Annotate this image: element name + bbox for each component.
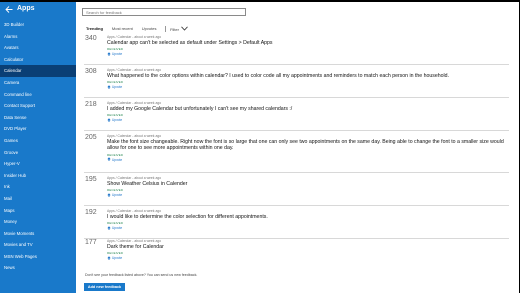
chevron-down-icon xyxy=(179,26,188,32)
feedback-meta: Apps / Calendar - about a week ago xyxy=(107,239,162,243)
feedback-meta: Apps / Calendar - about a week ago xyxy=(107,209,162,213)
sidebar-item-insider-hub[interactable]: Insider Hub xyxy=(0,170,76,182)
feedback-item[interactable]: 177 Apps / Calendar - about a week ago Dar… xyxy=(76,239,506,264)
upvote-button[interactable]: Upvote xyxy=(107,157,122,162)
sidebar-item-money[interactable]: Money xyxy=(0,216,76,228)
feedback-title[interactable]: What happened to the color options withi… xyxy=(107,73,512,79)
feedback-item[interactable]: 205 Apps / Calendar - about a week ago Mak… xyxy=(76,134,506,168)
status-badge: RECEIVED xyxy=(107,80,124,85)
sidebar-item-3d-builder[interactable]: 3D Builder xyxy=(0,19,76,31)
back-arrow-icon[interactable] xyxy=(4,4,14,14)
sidebar-item-command-line[interactable]: Command line xyxy=(0,89,76,101)
upvote-label: Upvote xyxy=(112,226,123,231)
divider xyxy=(84,205,509,206)
vote-count: 195 xyxy=(85,176,97,183)
upvote-label: Upvote xyxy=(112,118,123,123)
sidebar-item-maps[interactable]: Maps xyxy=(0,205,76,217)
status-badge: RECEIVED xyxy=(107,221,124,226)
feedback-title[interactable]: I added my Google Calendar but unfortuna… xyxy=(107,106,512,112)
vote-count: 340 xyxy=(85,35,97,42)
sidebar-item-alarms[interactable]: Alarms xyxy=(0,31,76,43)
feedback-item[interactable]: 308 Apps / Calendar - about a week ago Wha… xyxy=(76,68,506,93)
sidebar-header: Apps xyxy=(0,3,76,15)
filter-label: Filter xyxy=(170,26,179,32)
sidebar-list: 3D Builder Alarms Avatars Calculator Calenda… xyxy=(0,19,76,274)
feedback-title[interactable]: I would like to determine the color sele… xyxy=(107,214,512,220)
sidebar-item-contact-support[interactable]: Contact Support xyxy=(0,100,76,112)
vote-count: 205 xyxy=(85,134,97,141)
sidebar-item-news[interactable]: News xyxy=(0,262,76,274)
upvote-label: Upvote xyxy=(112,193,123,198)
upvote-label: Upvote xyxy=(112,52,123,57)
sidebar-item-games[interactable]: Games xyxy=(0,135,76,147)
vote-count: 308 xyxy=(85,68,97,75)
tab-upvotes[interactable]: Upvotes xyxy=(142,25,157,33)
sidebar: Apps 3D Builder Alarms Avatars Calculator Ca… xyxy=(0,2,76,293)
add-new-feedback-button[interactable]: Add new feedback xyxy=(84,283,125,291)
upvote-button[interactable]: Upvote xyxy=(107,51,123,57)
sidebar-item-camera[interactable]: Camera xyxy=(0,77,76,89)
divider xyxy=(84,172,509,173)
footer-note: Don't see your feedback listed above? Yo… xyxy=(85,273,198,277)
sidebar-item-mail[interactable]: Mail xyxy=(0,193,76,205)
sidebar-item-data-sense[interactable]: Data Sense xyxy=(0,112,76,124)
tab-most-recent[interactable]: Most recent xyxy=(112,25,133,33)
sidebar-item-msn-web-pages[interactable]: MSN Web Pages xyxy=(0,251,76,263)
sidebar-item-ink[interactable]: Ink xyxy=(0,181,76,193)
upvote-button[interactable]: Upvote xyxy=(107,117,123,123)
sidebar-item-calendar[interactable]: Calendar xyxy=(0,65,76,77)
sidebar-item-dvd-player[interactable]: DVD Player xyxy=(0,123,76,135)
divider xyxy=(84,64,509,65)
feedback-meta: Apps / Calendar - about a week ago xyxy=(107,68,162,72)
upvote-button[interactable]: Upvote xyxy=(107,192,123,198)
sidebar-item-calculator[interactable]: Calculator xyxy=(0,54,76,66)
app-title: Apps xyxy=(17,5,35,12)
vote-count: 192 xyxy=(85,209,97,216)
search-input[interactable] xyxy=(82,8,246,16)
divider xyxy=(84,130,509,131)
feedback-title[interactable]: Make the font size changeable. Right now… xyxy=(107,139,512,152)
status-badge: RECEIVED xyxy=(107,113,124,118)
upvote-button[interactable]: Upvote xyxy=(107,255,123,261)
feedback-item[interactable]: 340 Apps / Calendar - about a week ago Cal… xyxy=(76,35,506,60)
upvote-button[interactable]: Upvote xyxy=(107,84,123,90)
feedback-title[interactable]: Show Weather Celsius in Calender xyxy=(107,181,512,187)
vote-count: 177 xyxy=(85,239,97,246)
feedback-title[interactable]: Calendar app can't be selected as defaul… xyxy=(107,40,512,46)
vote-count: 218 xyxy=(85,101,97,108)
feedback-window: Apps 3D Builder Alarms Avatars Calculator Ca… xyxy=(0,2,519,293)
filter-dropdown[interactable]: Filter xyxy=(170,26,188,32)
feedback-meta: Apps / Calendar - about a week ago xyxy=(107,35,162,39)
upvote-label: Upvote xyxy=(112,157,123,162)
sort-tabs: Trending Most recent Upvotes Filter xyxy=(86,25,188,33)
tab-trending[interactable]: Trending xyxy=(86,25,103,33)
feedback-item[interactable]: 195 Apps / Calendar - about a week ago Sho… xyxy=(76,176,506,201)
upvote-button[interactable]: Upvote xyxy=(107,225,123,231)
sidebar-item-groove[interactable]: Groove xyxy=(0,147,76,159)
status-badge: RECEIVED xyxy=(107,188,124,193)
status-badge: RECEIVED xyxy=(107,251,124,256)
upvote-label: Upvote xyxy=(112,85,123,90)
sidebar-item-movies-and-tv[interactable]: Movies and TV xyxy=(0,239,76,251)
feedback-meta: Apps / Calendar - about a week ago xyxy=(107,101,162,105)
main-panel: Trending Most recent Upvotes Filter 340 Apps… xyxy=(76,2,519,293)
status-badge: RECEIVED xyxy=(107,47,124,52)
status-badge: RECEIVED xyxy=(107,152,124,157)
tab-separator xyxy=(165,26,167,32)
feedback-list: 340 Apps / Calendar - about a week ago Cal… xyxy=(76,35,519,267)
feedback-meta: Apps / Calendar - about a week ago xyxy=(107,134,162,138)
upvote-label: Upvote xyxy=(112,256,123,261)
feedback-item[interactable]: 218 Apps / Calendar - about a week ago I a… xyxy=(76,101,506,126)
feedback-item[interactable]: 192 Apps / Calendar - about a week ago I w… xyxy=(76,209,506,234)
divider xyxy=(84,97,509,98)
feedback-meta: Apps / Calendar - about a week ago xyxy=(107,176,162,180)
feedback-title[interactable]: Dark theme for Calendar xyxy=(107,244,512,250)
sidebar-item-movie-moments[interactable]: Movie Moments xyxy=(0,228,76,240)
sidebar-item-avatars[interactable]: Avatars xyxy=(0,42,76,54)
sidebar-item-hyper-v[interactable]: Hyper-V xyxy=(0,158,76,170)
